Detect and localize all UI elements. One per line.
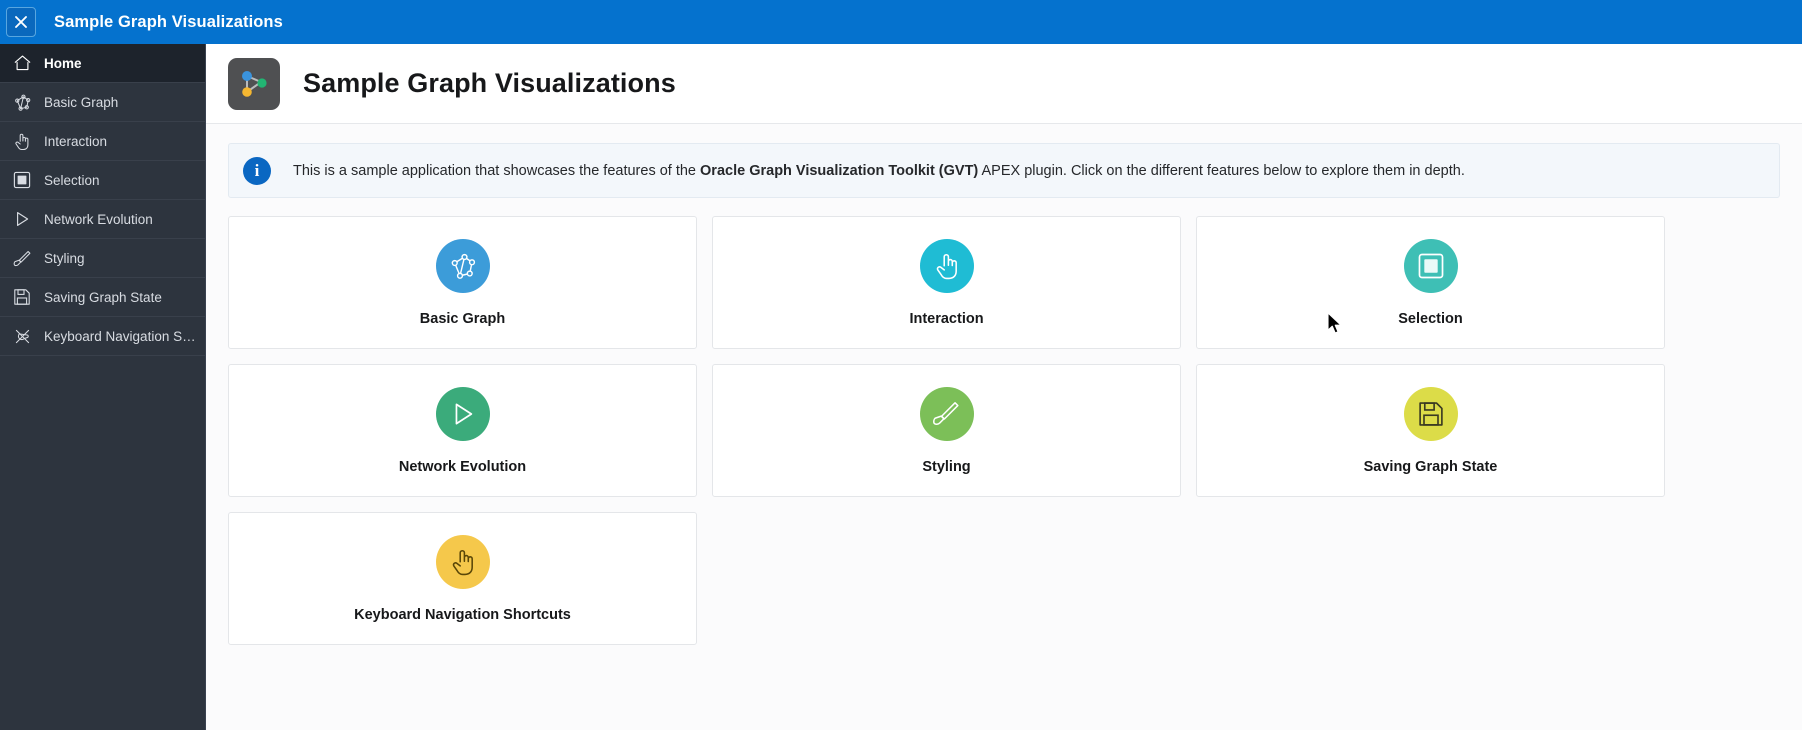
sidebar-item-label: Selection [44, 172, 100, 188]
close-icon [15, 16, 27, 28]
banner-text-after: APEX plugin. Click on the different feat… [978, 162, 1465, 179]
paintbrush-icon [919, 386, 974, 441]
feature-card-grid: Basic Graph Interaction Selection Networ… [206, 198, 1802, 645]
sidebar-item-interaction[interactable]: Interaction [0, 122, 205, 161]
card-label: Basic Graph [419, 310, 506, 327]
page-header: Sample Graph Visualizations [206, 44, 1802, 124]
sidebar-item-label: Keyboard Navigation Shortc… [44, 328, 196, 344]
sidebar-item-saving-graph-state[interactable]: Saving Graph State [0, 278, 205, 317]
sidebar-item-label: Saving Graph State [44, 289, 162, 305]
pointing-hand-icon [919, 238, 974, 293]
card-label: Keyboard Navigation Shortcuts [354, 606, 571, 623]
card-selection[interactable]: Selection [1196, 216, 1665, 349]
info-banner-wrapper: i This is a sample application that show… [206, 124, 1802, 198]
sidebar-item-label: Interaction [44, 133, 108, 149]
card-label: Styling [922, 458, 971, 475]
main-content: Sample Graph Visualizations i This is a … [206, 44, 1802, 730]
card-saving-graph-state[interactable]: Saving Graph State [1196, 364, 1665, 497]
card-label: Interaction [909, 310, 984, 327]
sidebar-item-styling[interactable]: Styling [0, 239, 205, 278]
graph-nodes-logo [228, 57, 280, 110]
play-triangle-icon [435, 386, 490, 441]
sidebar-item-home[interactable]: Home [0, 44, 205, 83]
card-keyboard-navigation-shortcuts[interactable]: Keyboard Navigation Shortcuts [228, 512, 697, 645]
banner-text-before: This is a sample application that showca… [293, 162, 701, 179]
pointing-hand-icon [10, 131, 34, 151]
info-banner: i This is a sample application that show… [228, 143, 1780, 198]
selection-square-icon [1403, 238, 1458, 293]
app-shell: Home Basic Graph Interaction Selection N… [0, 44, 1802, 730]
sidebar-item-label: Basic Graph [44, 94, 119, 110]
card-styling[interactable]: Styling [712, 364, 1181, 497]
home-icon [10, 53, 34, 73]
selection-square-icon [10, 170, 34, 190]
close-button[interactable] [6, 7, 36, 37]
pointing-hand-icon [435, 534, 490, 589]
floppy-disk-icon [10, 287, 34, 307]
card-network-evolution[interactable]: Network Evolution [228, 364, 697, 497]
card-label: Network Evolution [398, 458, 527, 475]
card-interaction[interactable]: Interaction [712, 216, 1181, 349]
sidebar-item-network-evolution[interactable]: Network Evolution [0, 200, 205, 239]
window-title: Sample Graph Visualizations [54, 12, 283, 31]
graph-network-icon [435, 238, 490, 293]
sidebar-item-label: Styling [44, 250, 85, 266]
sidebar-nav: Home Basic Graph Interaction Selection N… [0, 44, 206, 730]
card-label: Saving Graph State [1363, 458, 1498, 475]
info-banner-text: This is a sample application that showca… [293, 163, 1465, 179]
floppy-disk-icon [1403, 386, 1458, 441]
sidebar-item-label: Home [44, 55, 82, 71]
window-title-bar: Sample Graph Visualizations [0, 0, 1802, 44]
keyboard-shortcut-icon [10, 326, 34, 346]
sidebar-item-basic-graph[interactable]: Basic Graph [0, 83, 205, 122]
card-label: Selection [1398, 310, 1463, 327]
graph-network-icon [10, 92, 34, 112]
paintbrush-icon [10, 248, 34, 268]
info-icon: i [243, 156, 271, 185]
card-basic-graph[interactable]: Basic Graph [228, 216, 697, 349]
banner-text-bold: Oracle Graph Visualization Toolkit (GVT) [700, 162, 979, 179]
sidebar-item-keyboard-navigation-shortcuts[interactable]: Keyboard Navigation Shortc… [0, 317, 205, 356]
page-title: Sample Graph Visualizations [303, 68, 676, 98]
sidebar-item-selection[interactable]: Selection [0, 161, 205, 200]
play-triangle-icon [10, 209, 34, 229]
sidebar-item-label: Network Evolution [44, 211, 153, 227]
